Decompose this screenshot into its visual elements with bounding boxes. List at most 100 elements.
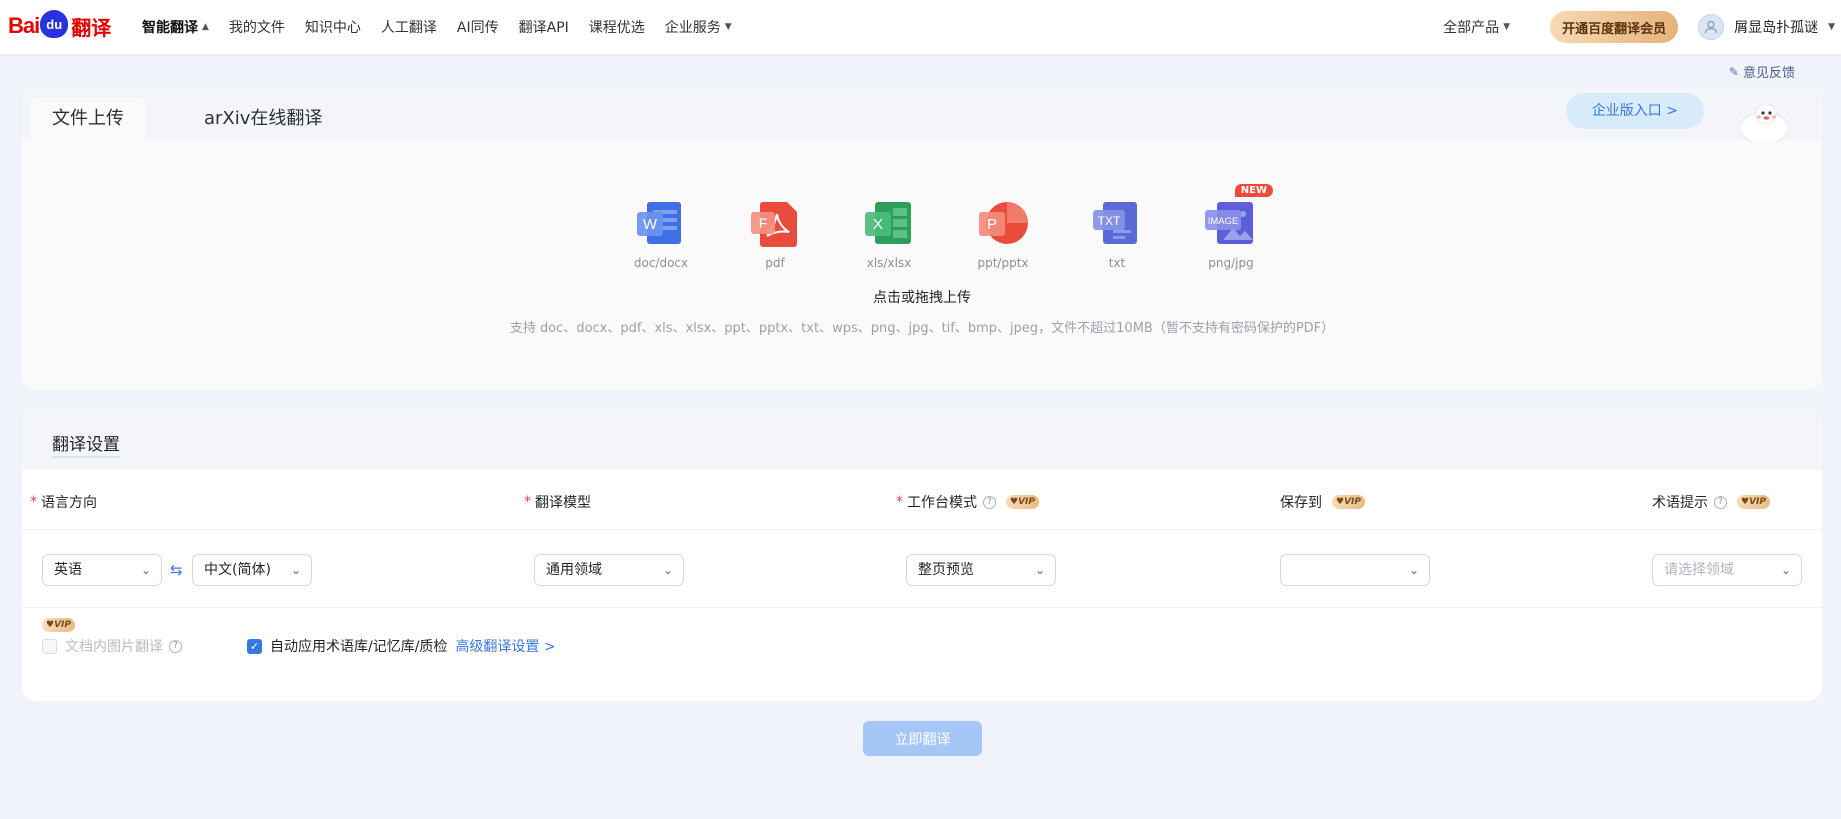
target-language-select[interactable]: 中文(简体) ⌄ [192,554,312,586]
settings-options-row: ♥ VIP 文档内图片翻译 ? ✓ 自动应用术语库/记忆库/质检 高级翻译设置 > [22,608,1822,701]
caret-up-icon: ▲ [202,22,209,32]
caret-down-icon: ▼ [724,22,732,32]
settings-title: 翻译设置 [52,430,120,458]
file-type-label: png/jpg [1208,256,1254,270]
image-icon: IMAGE NEW [1205,184,1273,248]
main-nav: 智能翻译 ▲ 我的文件 知识中心 人工翻译 AI同传 翻译API 课程优选 企业… [142,0,752,54]
vip-badge: ♥ VIP [1737,495,1770,509]
settings-header: 翻译设置 [22,410,1822,470]
nav-enterprise-service[interactable]: 企业服务 ▼ [665,17,732,37]
help-icon[interactable]: ? [1714,495,1727,509]
image-translate-option: 文档内图片翻译 ? [42,636,182,656]
nav-translate-api[interactable]: 翻译API [519,17,569,37]
settings-label-row: * 语言方向 * 翻译模型 * 工作台模式 ? ♥ VIP 保存到 ♥ VIP 术语… [22,470,1822,530]
svg-text:IMAGE: IMAGE [1208,216,1239,227]
translate-now-button[interactable]: 立即翻译 [863,721,982,756]
open-vip-button[interactable]: 开通百度翻译会员 [1550,11,1679,43]
logo-text-fanyi: 翻译 [71,17,112,40]
required-mark: * [896,494,903,510]
label-text: 术语提示 [1652,495,1708,511]
label-text: 工作台模式 [907,495,977,511]
select-value: 通用领域 [546,562,602,578]
help-icon[interactable]: ? [169,639,182,653]
svg-text:W: W [643,216,658,233]
logo-text-bai: Bai [8,13,40,38]
baidu-translate-logo[interactable]: Bai du 翻译 [8,6,111,46]
vip-badge-text: VIP [1344,497,1361,507]
file-type-label: ppt/pptx [977,256,1029,270]
required-mark: * [30,494,37,510]
label-save-to: 保存到 ♥ VIP [1280,492,1365,512]
label-text: 保存到 [1280,495,1322,511]
required-mark: * [524,494,531,510]
nav-my-files[interactable]: 我的文件 [229,17,285,37]
save-to-select[interactable]: ⌄ [1280,554,1430,586]
nav-label: 企业服务 [664,20,721,36]
file-type-label: xls/xlsx [866,256,912,270]
nav-label: 翻译API [518,20,569,36]
svg-text:F: F [759,215,768,231]
advanced-settings-link[interactable]: 高级翻译设置 > [455,636,555,656]
nav-human-translate[interactable]: 人工翻译 [381,17,437,37]
feedback-link[interactable]: ✎ 意见反馈 [1728,62,1795,82]
file-type-xls: X xls/xlsx [832,200,946,270]
username[interactable]: 屑显岛扑孤谜 [1734,17,1818,37]
select-placeholder: 请选择领域 [1664,562,1734,578]
chevron-down-icon: ⌄ [1780,563,1791,577]
all-products-menu[interactable]: 全部产品 ▼ [1443,17,1510,37]
label-text: 翻译模型 [535,495,591,511]
file-type-pdf: F pdf [718,200,832,270]
file-type-txt: TXT txt [1060,200,1174,270]
enterprise-entry-button[interactable]: 企业版入口 > [1565,93,1704,129]
source-language-select[interactable]: 英语 ⌄ [42,554,162,586]
upload-card: 文件上传 arXiv在线翻译 企业版入口 > W doc/docx F pdf … [22,88,1822,390]
logo-paw-icon: du [40,10,69,38]
txt-icon: TXT [1091,200,1143,248]
caret-down-icon: ▼ [1503,22,1511,32]
label-translate-model: * 翻译模型 [524,492,591,512]
vip-badge-text: VIP [54,620,71,630]
nav-courses[interactable]: 课程优选 [589,17,645,37]
file-type-label: doc/docx [633,256,689,270]
new-badge: NEW [1234,184,1273,197]
mascot-icon [1739,103,1789,142]
nav-smart-translate[interactable]: 智能翻译 ▲ [142,17,209,37]
label-language-direction: * 语言方向 [30,492,97,512]
caret-down-icon[interactable]: ▼ [1828,22,1835,32]
image-translate-checkbox[interactable] [42,638,57,654]
swap-language-icon[interactable]: ⇆ [170,561,183,579]
file-type-label: pdf [765,256,785,270]
file-type-list[interactable]: W doc/docx F pdf X xls/xlsx P ppt/pptx T… [604,184,1288,270]
tab-file-upload[interactable]: 文件上传 [30,98,146,140]
workspace-mode-select[interactable]: 整页预览 ⌄ [906,554,1056,586]
nav-ai-interpret[interactable]: AI同传 [457,17,499,37]
edit-icon: ✎ [1728,64,1739,79]
avatar[interactable] [1698,14,1725,40]
nav-knowledge-center[interactable]: 知识中心 [305,17,361,37]
ppt-icon: P [977,200,1029,248]
translate-model-select[interactable]: 通用领域 ⌄ [534,554,684,586]
chevron-down-icon: ⌄ [662,563,673,577]
header-right: 全部产品 ▼ 开通百度翻译会员 屑显岛扑孤谜 ▼ [1443,0,1841,54]
option-label: 自动应用术语库/记忆库/质检 [270,639,448,655]
feedback-label: 意见反馈 [1742,66,1795,81]
top-header: Bai du 翻译 智能翻译 ▲ 我的文件 知识中心 人工翻译 AI同传 翻译A… [0,0,1841,54]
label-workspace-mode: * 工作台模式 ? ♥ VIP [896,492,1039,512]
file-type-label: txt [1108,256,1126,270]
svg-text:TXT: TXT [1098,214,1121,228]
auto-apply-checkbox[interactable]: ✓ [247,638,262,654]
vip-badge-text: VIP [1749,497,1766,507]
nav-label: AI同传 [456,20,499,36]
file-type-image: IMAGE NEW png/jpg [1174,184,1288,270]
upload-hint[interactable]: 点击或拖拽上传 [22,287,1822,307]
settings-select-row: 英语 ⌄ ⇆ 中文(简体) ⌄ 通用领域 ⌄ 整页预览 ⌄ ⌄ 请选择领域 ⌄ [22,530,1822,608]
chevron-down-icon: ⌄ [1034,563,1045,577]
select-value: 整页预览 [918,562,974,578]
vip-badge: ♥ VIP [1006,495,1039,509]
vip-badge: ♥ VIP [1332,495,1365,509]
nav-label: 智能翻译 [142,20,198,36]
term-domain-select[interactable]: 请选择领域 ⌄ [1652,554,1802,586]
help-icon[interactable]: ? [983,495,996,509]
tab-arxiv-translate[interactable]: arXiv在线翻译 [182,98,344,140]
select-value: 中文(简体) [204,562,271,578]
